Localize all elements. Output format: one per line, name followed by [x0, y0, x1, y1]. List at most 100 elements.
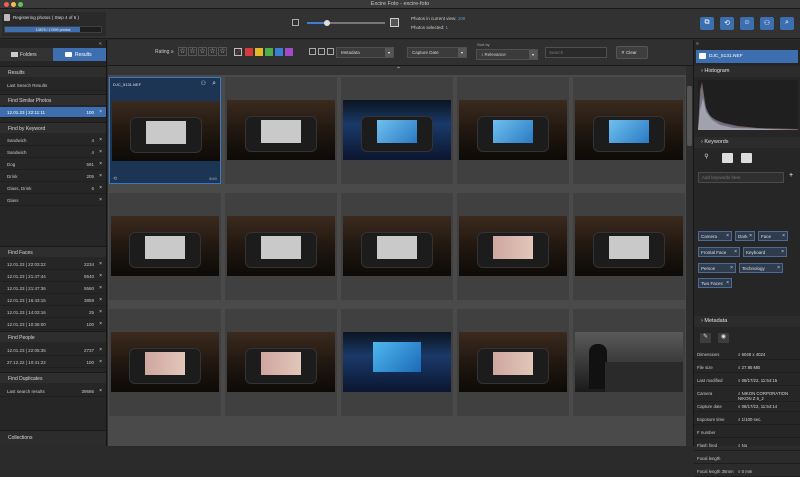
remove-icon[interactable]: × [99, 261, 102, 267]
photo-thumbnail[interactable]: DJC_5131.NEF ⚇ ⌕ 5/4/0 ⟲ [109, 77, 221, 184]
add-keyword-icon[interactable]: + [786, 172, 796, 183]
color-label-swatch[interactable] [245, 48, 253, 56]
small-thumbnail-icon[interactable] [292, 19, 299, 26]
keyword-tag[interactable]: Two Faces × [698, 278, 732, 288]
remove-icon[interactable]: × [99, 273, 102, 279]
star-icon[interactable]: ☆ [208, 47, 217, 56]
color-label-swatch[interactable] [255, 48, 263, 56]
collections-header[interactable]: Collections [0, 430, 106, 446]
remove-icon[interactable]: × [99, 285, 102, 291]
person-keyword-icon[interactable]: ⚲ [701, 153, 712, 163]
star-icon[interactable]: ☆ [218, 47, 227, 56]
no-color-filter-icon[interactable] [234, 48, 242, 56]
search-input[interactable] [545, 47, 607, 58]
star-icon[interactable]: ☆ [188, 47, 197, 56]
remove-tag-icon[interactable]: × [777, 265, 780, 271]
results-header[interactable]: Results [0, 66, 106, 77]
photo-thumbnail[interactable] [109, 193, 221, 300]
list-item[interactable]: 12.01.23 | 14:03:16 25 × [0, 307, 106, 318]
remove-icon[interactable]: × [99, 297, 102, 303]
similar-search-icon[interactable]: ⟲ [720, 17, 734, 30]
duplicates-header[interactable]: Find Duplicates [0, 372, 106, 383]
capture-date-dropdown[interactable]: Capture Date ▾ [407, 47, 467, 58]
remove-tag-icon[interactable]: × [781, 249, 784, 255]
remove-icon[interactable]: × [99, 388, 102, 394]
remove-icon[interactable]: × [99, 347, 102, 353]
photo-thumbnail[interactable] [457, 309, 569, 416]
list-item[interactable]: 12.01.23 | 21:47:44 5540 × [0, 271, 106, 282]
photo-thumbnail[interactable] [573, 77, 685, 184]
flag-filter-icon[interactable] [309, 48, 316, 55]
photo-thumbnail[interactable] [341, 309, 453, 416]
reject-filter-icon[interactable] [318, 48, 325, 55]
photo-thumbnail[interactable] [573, 309, 685, 416]
star-icon[interactable]: ☆ [198, 47, 207, 56]
download-keywords-icon[interactable] [722, 153, 733, 163]
sort-dropdown[interactable]: ↕ Relevance ▾ [476, 49, 538, 60]
upload-keywords-icon[interactable] [741, 153, 752, 163]
photo-thumbnail[interactable] [573, 193, 685, 300]
histogram-header[interactable]: › Histogram [694, 66, 800, 77]
unflagged-filter-icon[interactable] [327, 48, 334, 55]
faces-header[interactable]: Find Faces [0, 246, 106, 257]
keyword-header[interactable]: Find by Keyword [0, 122, 106, 133]
keywords-header[interactable]: › Keywords [694, 137, 800, 148]
photo-thumbnail[interactable] [341, 193, 453, 300]
list-item[interactable]: Glass × [0, 195, 106, 206]
remove-icon[interactable]: × [99, 197, 102, 203]
star-icon[interactable]: ☆ [178, 47, 187, 56]
list-item[interactable]: 12.01.23 | 22:03:22 2234 × [0, 259, 106, 270]
photo-thumbnail[interactable] [109, 309, 221, 416]
remove-icon[interactable]: × [99, 173, 102, 179]
remove-tag-icon[interactable]: × [734, 249, 737, 255]
list-item-similar[interactable]: 12.01.23 | 22:11:11 100 × [0, 107, 106, 118]
remove-tag-icon[interactable]: × [782, 233, 785, 239]
rating-operator[interactable]: ≥ [171, 49, 174, 55]
remove-icon[interactable]: × [99, 149, 102, 155]
people-header[interactable]: Find People [0, 331, 106, 342]
keyword-tag[interactable]: Dark × [735, 231, 755, 241]
photo-thumbnail[interactable] [457, 193, 569, 300]
collapse-left-icon[interactable]: « [99, 41, 102, 47]
remove-icon[interactable]: × [99, 321, 102, 327]
remove-tag-icon[interactable]: × [726, 280, 729, 286]
copy-view-icon[interactable]: ⧉ [700, 17, 714, 30]
keyword-tag[interactable]: Face × [758, 231, 788, 241]
people-search-icon[interactable]: ⚇ [760, 17, 774, 30]
photo-thumbnail[interactable] [457, 77, 569, 184]
list-item[interactable]: 12.01.23 | 21:47:36 5560 × [0, 283, 106, 294]
keyword-tag[interactable]: Person × [698, 263, 736, 273]
people-icon[interactable]: ⚇ [201, 80, 206, 87]
keyword-tag[interactable]: Frontal Face × [698, 247, 740, 257]
list-item[interactable]: 12.01.23 | 16:43:15 3859 × [0, 295, 106, 306]
similar-photos-header[interactable]: Find Similar Photos [0, 94, 106, 105]
list-item[interactable]: Drink 205 × [0, 171, 106, 182]
tab-folders[interactable]: Folders [0, 48, 53, 61]
remove-icon[interactable]: × [99, 309, 102, 315]
metadata-header[interactable]: › Metadata [694, 316, 800, 327]
grid-scrollbar[interactable] [686, 66, 693, 446]
list-item[interactable]: 12.01.23 | 22:05:35 2737 × [0, 345, 106, 356]
face-search-icon[interactable]: ☺ [740, 17, 754, 30]
photo-thumbnail[interactable] [225, 77, 337, 184]
list-item[interactable]: Glass, Drink 6 × [0, 183, 106, 194]
rotate-icon[interactable]: ⟲ [113, 176, 117, 182]
remove-icon[interactable]: × [99, 359, 102, 365]
color-label-swatch[interactable] [265, 48, 273, 56]
large-thumbnail-icon[interactable] [390, 18, 399, 27]
search-icon[interactable]: ⌕ [780, 17, 794, 30]
edit-metadata-icon[interactable]: ✎ [700, 333, 711, 343]
scrollbar-thumb[interactable] [687, 86, 692, 146]
remove-icon[interactable]: × [99, 161, 102, 167]
rating-stars[interactable]: ☆ ☆ ☆ ☆ ☆ [178, 47, 228, 57]
list-item[interactable]: 27.12.22 | 10:41:22 100 × [0, 357, 106, 368]
hide-metadata-icon[interactable]: ◉ [718, 333, 729, 343]
remove-icon[interactable]: × [99, 185, 102, 191]
photo-thumbnail[interactable] [225, 309, 337, 416]
keyword-tag[interactable]: Camera × [698, 231, 732, 241]
color-label-swatch[interactable] [285, 48, 293, 56]
list-item[interactable]: 12.01.23 | 10:36:00 100 × [0, 319, 106, 330]
metadata-dropdown[interactable]: Metadata ▾ [336, 47, 394, 58]
color-label-swatch[interactable] [275, 48, 283, 56]
keyword-tag[interactable]: Technology × [739, 263, 783, 273]
